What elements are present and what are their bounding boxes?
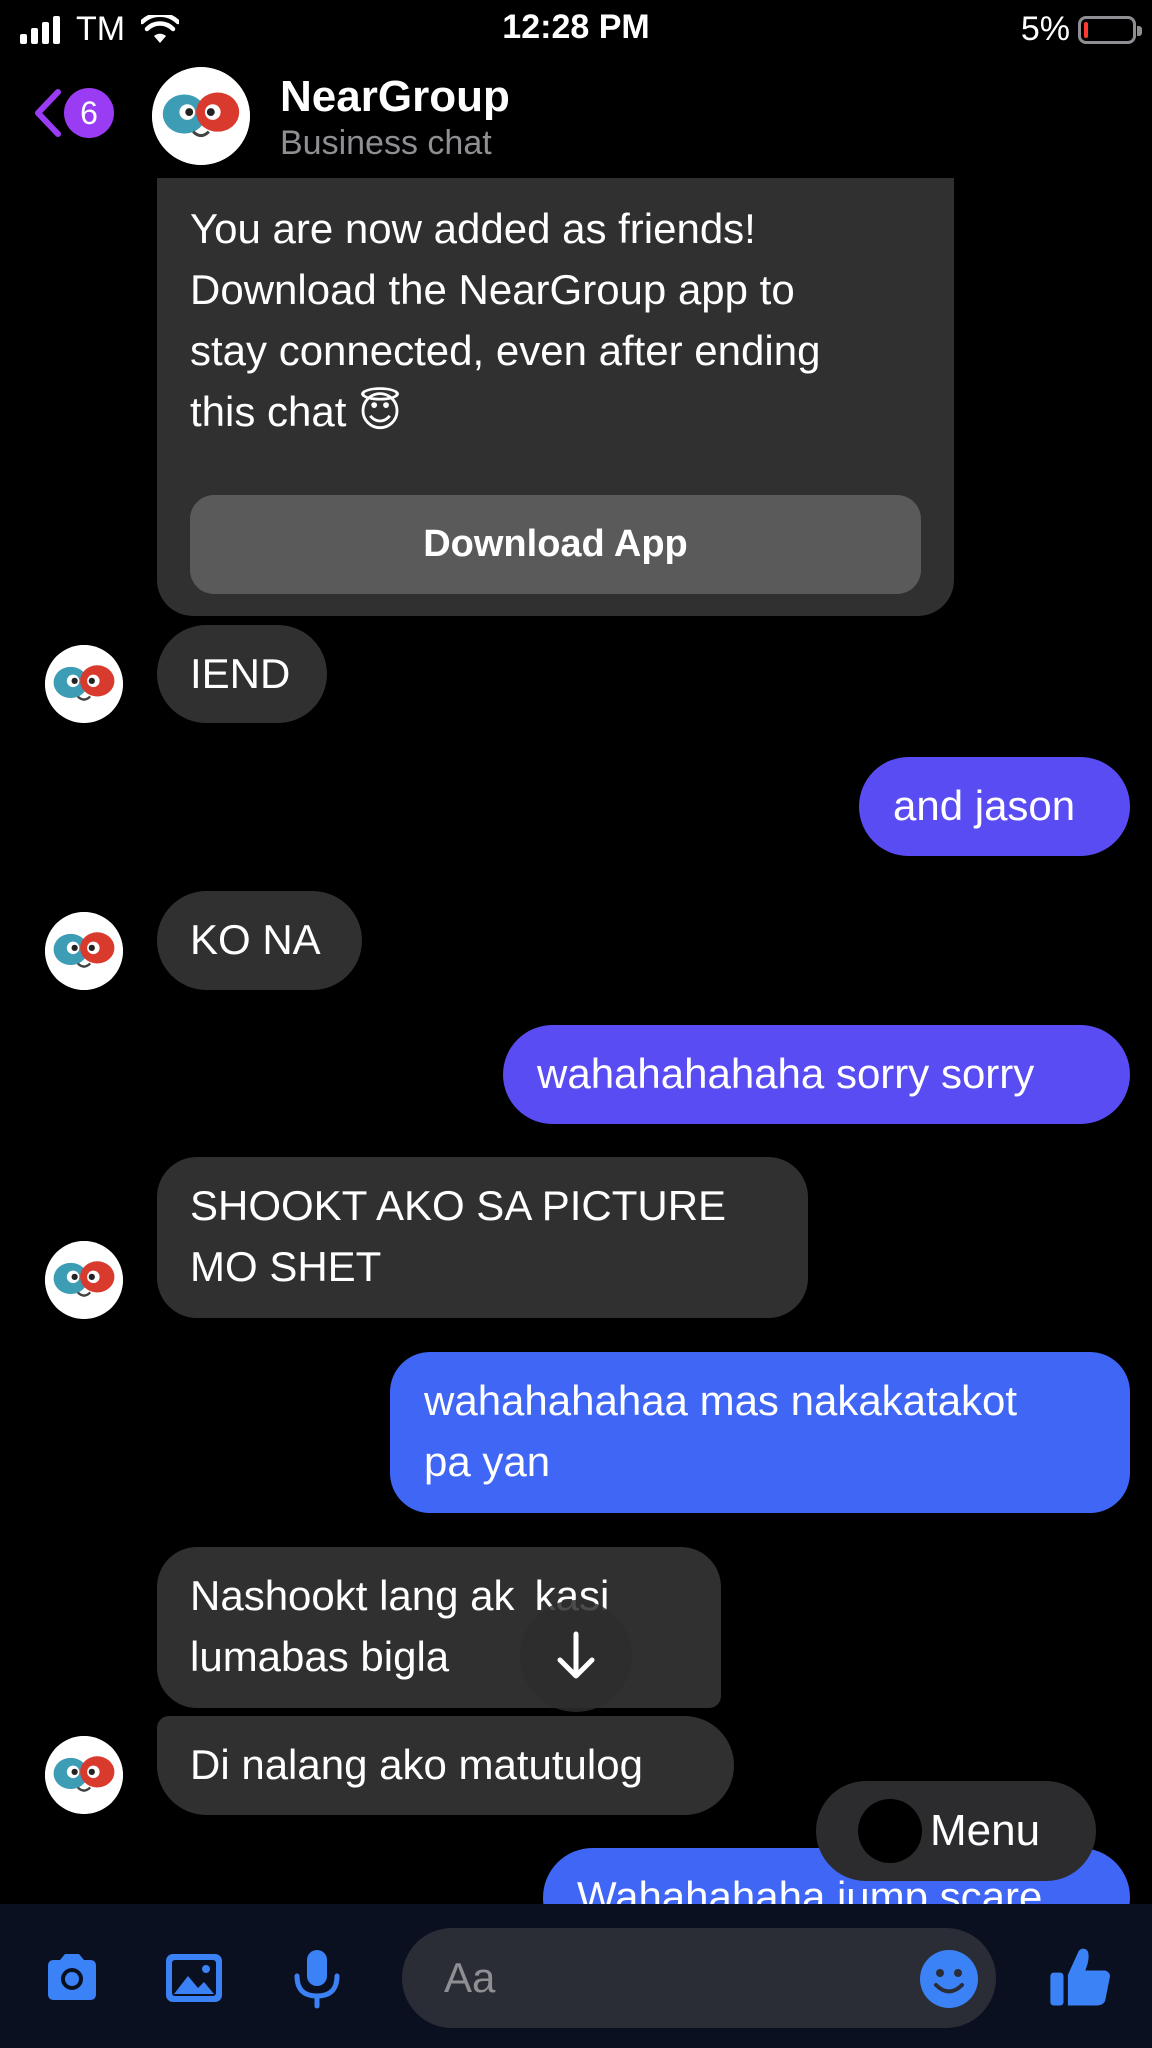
message-line: SHOOKT AKO SA PICTURE bbox=[190, 1182, 727, 1229]
message-bubble-incoming[interactable]: Nashookt lang ak kasi lumabas bigla bbox=[157, 1547, 721, 1708]
message-line: pa yan bbox=[424, 1438, 551, 1485]
message-input-placeholder: Aa bbox=[444, 1954, 496, 2001]
chat-header: 6 NearGroup Business chat bbox=[0, 60, 1152, 178]
message-bubble-incoming[interactable]: IEND bbox=[157, 625, 327, 723]
message-input[interactable]: Aa bbox=[402, 1928, 996, 2028]
download-app-button[interactable]: Download App bbox=[190, 495, 921, 594]
card-text: You are now added as friends! Download t… bbox=[190, 198, 930, 442]
scroll-to-bottom-button[interactable] bbox=[520, 1600, 632, 1712]
message-bubble-incoming[interactable]: SHOOKT AKO SA PICTURE MO SHET bbox=[157, 1157, 808, 1318]
message-line: wahahahahaa mas nakakatakot bbox=[424, 1377, 1018, 1424]
emoji-icon[interactable] bbox=[918, 1948, 980, 2010]
battery-percent: 5% bbox=[1020, 10, 1070, 48]
sender-avatar[interactable] bbox=[45, 1241, 123, 1319]
sender-avatar[interactable] bbox=[45, 912, 123, 990]
photo-icon[interactable] bbox=[162, 1946, 226, 2010]
card-line: stay connected, even after ending bbox=[190, 327, 821, 374]
message-line: MO SHET bbox=[190, 1243, 382, 1290]
clock: 12:28 PM bbox=[502, 8, 650, 46]
battery-icon bbox=[1078, 15, 1142, 44]
message-bubble-outgoing[interactable]: wahahahahaa mas nakakatakot pa yan bbox=[390, 1352, 1130, 1513]
card-line: this chat 😇 bbox=[190, 388, 402, 435]
card-line: Download the NearGroup app to bbox=[190, 266, 795, 313]
menu-dot-icon bbox=[858, 1799, 922, 1863]
camera-icon[interactable] bbox=[40, 1946, 104, 2010]
menu-label: Menu bbox=[930, 1806, 1041, 1855]
chat-title: NearGroup bbox=[280, 72, 510, 121]
message-bubble-incoming[interactable]: KO NA bbox=[157, 891, 362, 990]
status-bar: TM 12:28 PM 5% bbox=[0, 0, 1152, 60]
menu-button[interactable]: Menu bbox=[816, 1781, 1096, 1881]
back-button[interactable]: 6 bbox=[32, 88, 114, 138]
microphone-icon[interactable] bbox=[285, 1946, 349, 2010]
message-bubble-outgoing[interactable]: and jason bbox=[859, 757, 1130, 856]
back-chevron-icon bbox=[35, 89, 61, 137]
neargroup-avatar[interactable] bbox=[152, 67, 250, 165]
message-bubble-outgoing[interactable]: wahahahahaha sorry sorry bbox=[503, 1025, 1130, 1124]
thumbs-up-icon[interactable] bbox=[1046, 1942, 1116, 2012]
message-bubble-incoming[interactable]: Di nalang ako matutulog bbox=[157, 1716, 734, 1815]
welcome-card: You are now added as friends! Download t… bbox=[157, 178, 954, 616]
chat-subtitle: Business chat bbox=[280, 124, 492, 162]
arrow-down-icon bbox=[557, 1631, 595, 1679]
composer-bar: Aa bbox=[0, 1904, 1152, 2048]
unread-badge: 6 bbox=[64, 88, 114, 138]
card-line: You are now added as friends! bbox=[190, 205, 756, 252]
sender-avatar[interactable] bbox=[45, 1736, 123, 1814]
sender-avatar[interactable] bbox=[45, 645, 123, 723]
